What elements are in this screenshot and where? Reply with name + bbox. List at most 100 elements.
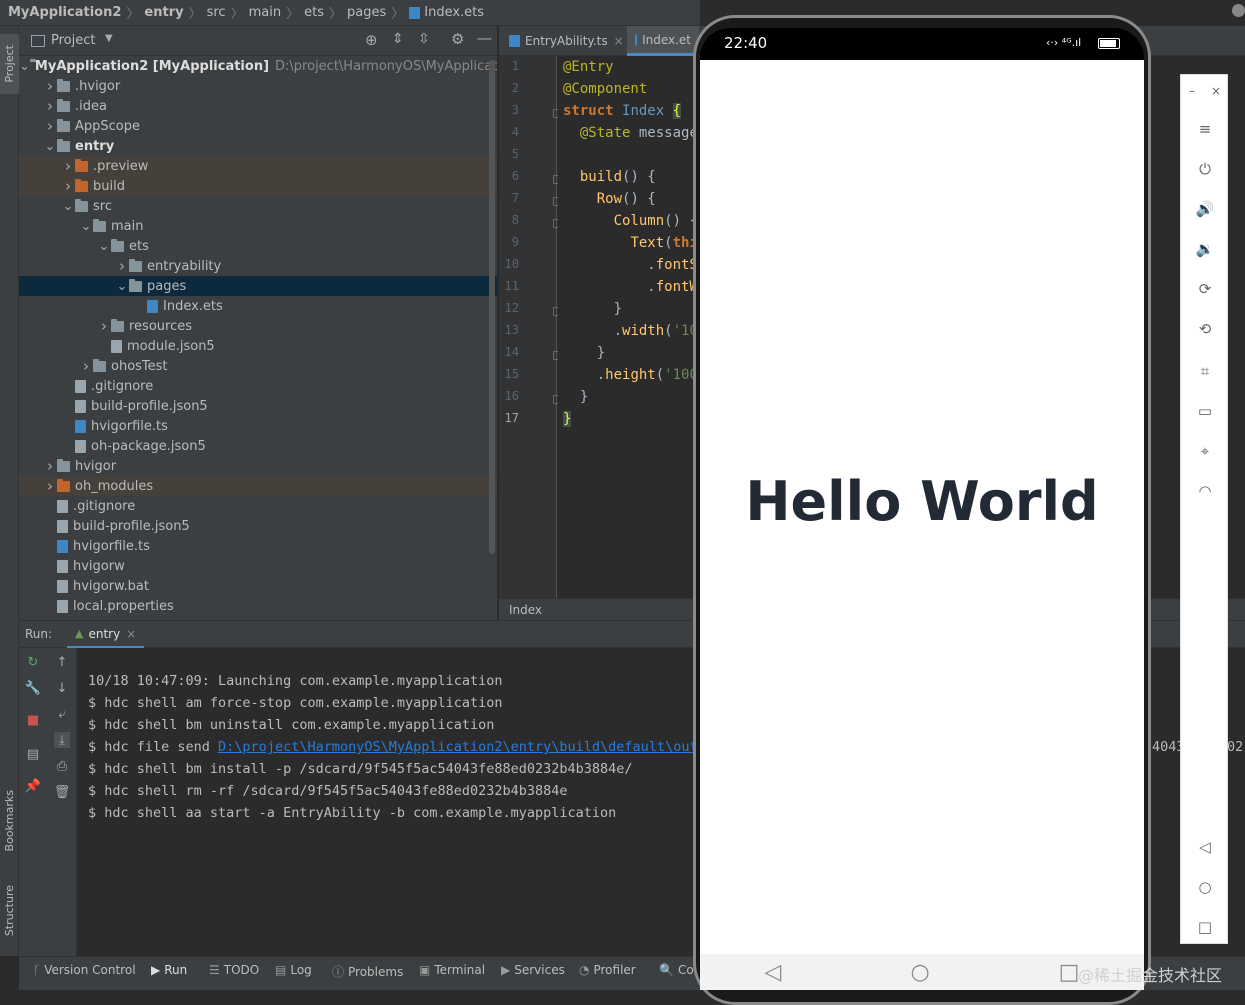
trash-icon[interactable]: 🗑 bbox=[54, 784, 71, 800]
tree-item[interactable]: › build bbox=[19, 176, 497, 196]
tree-item[interactable]: ⌄ entry bbox=[19, 136, 497, 156]
chevron-down-icon[interactable]: ⌄ bbox=[97, 236, 111, 256]
recents-icon[interactable]: □ bbox=[1059, 960, 1080, 985]
toolwin-terminal[interactable]: ▣ Terminal bbox=[419, 963, 485, 977]
chevron-right-icon[interactable]: › bbox=[115, 256, 129, 276]
breadcrumb-item[interactable]: Index.ets bbox=[424, 5, 484, 20]
tree-item[interactable]: hvigorfile.ts bbox=[19, 536, 497, 556]
gear-icon[interactable]: ⚙ bbox=[451, 30, 464, 48]
breadcrumb-item[interactable]: ets bbox=[304, 5, 324, 20]
tool-tab-bookmarks[interactable]: Bookmarks bbox=[0, 776, 19, 866]
chevron-right-icon[interactable]: › bbox=[61, 156, 75, 176]
breadcrumb-item[interactable]: MyApplication2 bbox=[8, 5, 121, 20]
toolwin-profiler[interactable]: ◔ Profiler bbox=[579, 963, 636, 977]
menu-icon[interactable]: ≡ bbox=[1181, 117, 1229, 141]
tree-item[interactable]: › .hvigor bbox=[19, 76, 497, 96]
pin-icon[interactable]: 📌 bbox=[25, 778, 41, 794]
tree-item[interactable]: ⌄ src bbox=[19, 196, 497, 216]
tab-index[interactable]: Index.et bbox=[627, 26, 699, 56]
volume-up-icon[interactable]: 🔊 bbox=[1181, 197, 1229, 221]
breadcrumb-item[interactable]: src bbox=[207, 5, 226, 20]
soft-wrap-icon[interactable]: ⤶ bbox=[54, 706, 70, 722]
close-icon[interactable]: × bbox=[614, 34, 624, 48]
tree-item[interactable]: build-profile.json5 bbox=[19, 396, 497, 416]
project-tree-scrollbar[interactable] bbox=[489, 60, 495, 554]
run-tab-entry[interactable]: ▲ entry × bbox=[67, 621, 145, 649]
minimize-icon[interactable]: — bbox=[477, 29, 492, 47]
tree-item[interactable]: › ohosTest bbox=[19, 356, 497, 376]
tree-item[interactable]: › hvigor bbox=[19, 456, 497, 476]
chevron-down-icon[interactable]: ▼ bbox=[105, 33, 113, 44]
scroll-up-icon[interactable]: ↑ bbox=[54, 654, 70, 670]
collapse-all-icon[interactable]: ⇳ bbox=[418, 31, 430, 47]
location-icon[interactable]: ⌖ bbox=[1181, 439, 1229, 463]
power-icon[interactable]: ⏻ bbox=[1181, 157, 1229, 181]
home-icon[interactable]: ○ bbox=[910, 960, 929, 985]
rerun-icon[interactable]: ↻ bbox=[25, 654, 41, 670]
file-path-link[interactable]: D:\project\HarmonyOS\MyApplication2\entr… bbox=[218, 739, 706, 755]
tree-item[interactable]: Index.ets bbox=[19, 296, 497, 316]
tree-item[interactable]: hvigorw.bat bbox=[19, 576, 497, 596]
tool-tab-structure[interactable]: Structure bbox=[0, 876, 19, 946]
back-icon[interactable]: ◁ bbox=[1181, 835, 1229, 859]
chevron-down-icon[interactable]: ⌄ bbox=[43, 136, 57, 156]
breadcrumb-item[interactable]: main bbox=[249, 5, 281, 20]
breadcrumb-item[interactable]: entry bbox=[144, 5, 183, 20]
tree-item[interactable]: hvigorw bbox=[19, 556, 497, 576]
toolwin-log[interactable]: ▤ Log bbox=[275, 963, 312, 977]
tree-item[interactable]: › AppScope bbox=[19, 116, 497, 136]
chevron-down-icon[interactable]: ⌄ bbox=[61, 196, 75, 216]
expand-all-icon[interactable]: ⇕ bbox=[392, 31, 404, 47]
recents-icon[interactable]: □ bbox=[1181, 915, 1229, 939]
chevron-right-icon[interactable]: › bbox=[79, 356, 93, 376]
tree-item[interactable]: › oh_modules bbox=[19, 476, 497, 496]
wifi-icon[interactable]: ◠ bbox=[1181, 479, 1229, 503]
toolwin-problems[interactable]: ⓘ Problems bbox=[332, 963, 403, 980]
print-icon[interactable]: ⎙ bbox=[54, 758, 70, 774]
volume-down-icon[interactable]: 🔉 bbox=[1181, 237, 1229, 261]
tree-item[interactable]: local.properties bbox=[19, 596, 497, 616]
tree-item[interactable]: › .idea bbox=[19, 96, 497, 116]
toolwin-run[interactable]: ▶ Run bbox=[151, 963, 187, 977]
toolwin-todo[interactable]: ☰ TODO bbox=[209, 963, 259, 977]
tree-item[interactable]: › resources bbox=[19, 316, 497, 336]
close-icon[interactable]: × bbox=[1181, 79, 1229, 103]
close-icon[interactable]: × bbox=[126, 627, 136, 641]
battery-icon[interactable]: ▭ bbox=[1181, 399, 1229, 423]
chevron-right-icon[interactable]: › bbox=[43, 476, 57, 496]
tree-item[interactable]: oh-package.json5 bbox=[19, 436, 497, 456]
tree-item[interactable]: ⌄ main bbox=[19, 216, 497, 236]
chevron-down-icon[interactable]: ⌄ bbox=[115, 276, 129, 296]
tree-item[interactable]: ⌄ MyApplication2 [MyApplication] D:\projec… bbox=[19, 56, 497, 76]
tree-item[interactable]: build-profile.json5 bbox=[19, 516, 497, 536]
chevron-right-icon[interactable]: › bbox=[43, 76, 57, 96]
wrench-icon[interactable]: 🔧 bbox=[25, 680, 41, 696]
tree-item[interactable]: › .preview bbox=[19, 156, 497, 176]
chevron-right-icon[interactable]: › bbox=[43, 116, 57, 136]
back-icon[interactable]: ◁ bbox=[765, 960, 782, 985]
tool-tab-project[interactable]: Project bbox=[0, 34, 19, 94]
chevron-down-icon[interactable]: ⌄ bbox=[19, 56, 30, 76]
chevron-right-icon[interactable]: › bbox=[97, 316, 111, 336]
home-icon[interactable]: ○ bbox=[1181, 875, 1229, 899]
window-control-icon[interactable] bbox=[1232, 4, 1245, 17]
tree-item[interactable]: .gitignore bbox=[19, 496, 497, 516]
tree-item[interactable]: ⌄ pages bbox=[19, 276, 497, 296]
scroll-to-end-icon[interactable]: ⤓ bbox=[54, 732, 70, 748]
tree-item[interactable]: › entryability bbox=[19, 256, 497, 276]
stop-icon[interactable]: ■ bbox=[25, 712, 41, 728]
breadcrumb-item[interactable]: pages bbox=[347, 5, 386, 20]
tree-item[interactable]: module.json5 bbox=[19, 336, 497, 356]
chevron-right-icon[interactable]: › bbox=[43, 456, 57, 476]
rotate-reverse-icon[interactable]: ⟲ bbox=[1181, 317, 1229, 341]
chevron-down-icon[interactable]: ⌄ bbox=[79, 216, 93, 236]
chevron-right-icon[interactable]: › bbox=[61, 176, 75, 196]
tree-item[interactable]: hvigorfile.ts bbox=[19, 416, 497, 436]
toolwin-services[interactable]: ▶ Services bbox=[501, 963, 565, 977]
locate-icon[interactable]: ⊕ bbox=[365, 31, 378, 49]
tree-item[interactable]: .gitignore bbox=[19, 376, 497, 396]
chevron-right-icon[interactable]: › bbox=[43, 96, 57, 116]
tree-item[interactable]: ⌄ ets bbox=[19, 236, 497, 256]
rotate-icon[interactable]: ⟳ bbox=[1181, 277, 1229, 301]
layout-icon[interactable]: ▤ bbox=[25, 746, 41, 762]
